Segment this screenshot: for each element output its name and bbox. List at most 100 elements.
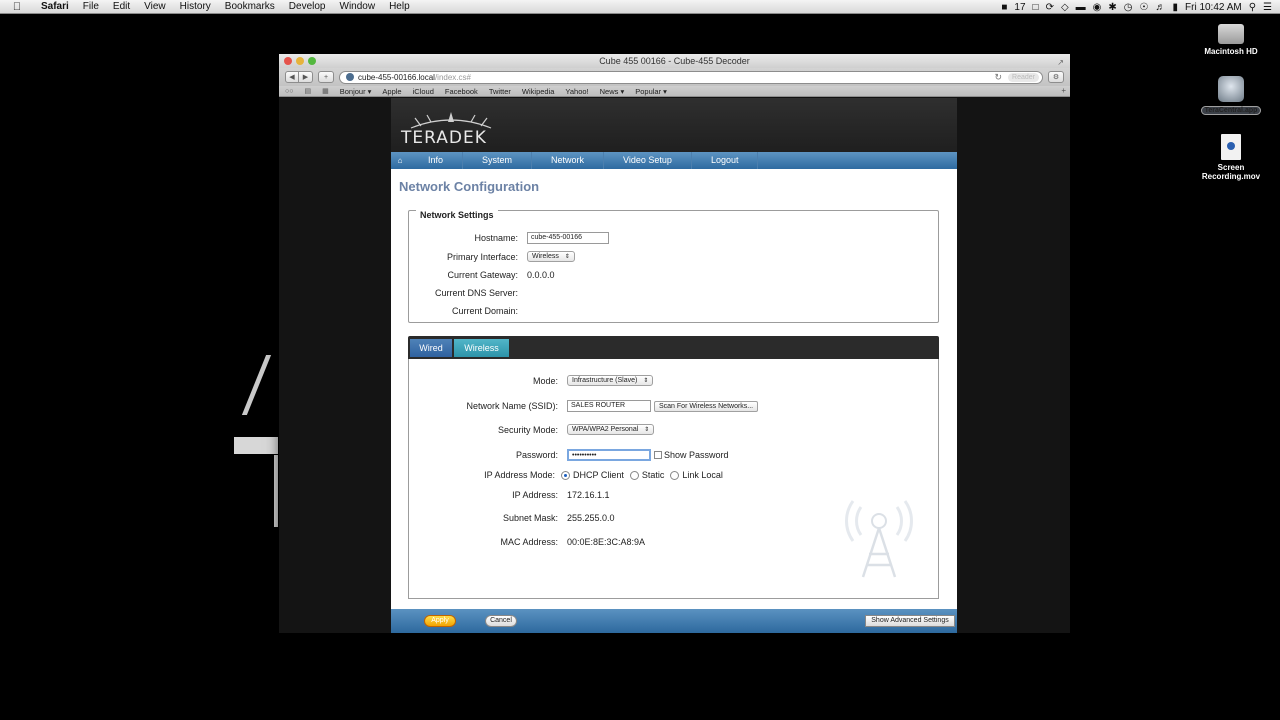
bookmark-popular[interactable]: Popular ▾ — [635, 87, 667, 96]
web-page: ? TERADEK ⌂ Info System Network Video Se… — [279, 98, 1070, 633]
nav-info[interactable]: Info — [409, 152, 464, 169]
home-icon[interactable]: ⌂ — [391, 156, 409, 165]
bookmark-news[interactable]: News ▾ — [600, 87, 625, 96]
mode-select[interactable]: Infrastructure (Slave) ⇕ — [567, 375, 654, 386]
dns-row: Current DNS Server: — [391, 288, 518, 298]
bluetooth-icon[interactable]: ✱ — [1108, 2, 1116, 13]
menu-bookmarks[interactable]: Bookmarks — [218, 1, 282, 12]
menu-help[interactable]: Help — [382, 1, 417, 12]
bookmark-twitter[interactable]: Twitter — [489, 87, 511, 96]
menu-clock[interactable]: Fri 10:42 AM — [1185, 2, 1242, 13]
calendar-badge[interactable]: 17 — [1014, 2, 1025, 13]
window-titlebar[interactable]: Cube 455 00166 - Cube-455 Decoder ↗ — [279, 54, 1070, 68]
domain-row: Current Domain: — [391, 306, 518, 316]
hostname-input[interactable]: cube-455-00166 — [527, 232, 609, 244]
desktop-icon-label: Macintosh HD — [1204, 47, 1258, 56]
volume-icon[interactable]: ♬ — [1155, 2, 1165, 13]
tab-wired[interactable]: Wired — [410, 339, 452, 357]
security-label: Security Mode: — [497, 424, 558, 435]
time-machine-icon[interactable]: ◷ — [1124, 2, 1133, 13]
fullscreen-icon[interactable]: ↗ — [1057, 56, 1064, 70]
dhcp-radio[interactable] — [561, 470, 570, 480]
ip-address-row: IP Address: 172.16.1.1 — [391, 490, 609, 500]
desktop-icon-label: Recording.mov — [1201, 172, 1261, 181]
main-nav: ⌂ Info System Network Video Setup Logout — [391, 152, 957, 169]
minimize-window-button[interactable] — [296, 57, 304, 65]
url-host: cube-455-00166.local — [358, 72, 435, 82]
bookmark-apple[interactable]: Apple — [382, 87, 401, 96]
link-local-radio[interactable] — [670, 470, 680, 480]
menu-history[interactable]: History — [173, 1, 218, 12]
movie-file-icon — [1221, 134, 1241, 160]
menu-edit[interactable]: Edit — [106, 1, 137, 12]
password-label: Password: — [515, 450, 558, 460]
show-password-checkbox[interactable] — [654, 451, 662, 459]
menu-develop[interactable]: Develop — [282, 1, 333, 12]
menu-safari[interactable]: Safari — [34, 1, 76, 12]
settings-gear-icon[interactable]: ⚙ — [1048, 71, 1064, 83]
show-password-label: Show Password — [664, 450, 729, 460]
select-arrows-icon: ⇕ — [644, 427, 650, 433]
nav-network[interactable]: Network — [532, 152, 605, 169]
menu-view[interactable]: View — [137, 1, 173, 12]
primary-interface-select[interactable]: Wireless ⇕ — [527, 251, 575, 262]
show-advanced-settings-button[interactable]: Show Advanced Settings — [865, 615, 955, 627]
sync-icon[interactable]: ⟳ — [1046, 2, 1054, 13]
desktop-icon-macintosh-hd[interactable]: Macintosh HD — [1186, 20, 1276, 56]
back-button[interactable]: ◀ — [285, 71, 299, 83]
bookmark-icloud[interactable]: iCloud — [413, 87, 434, 96]
cancel-button[interactable]: Cancel — [485, 615, 517, 627]
battery-icon[interactable]: ▮ — [1172, 2, 1178, 13]
network-settings-legend: Network Settings — [416, 210, 498, 220]
dropbox-icon[interactable]: ◇ — [1061, 2, 1069, 13]
close-window-button[interactable] — [284, 57, 292, 65]
ip-mode-label: IP Address Mode: — [484, 470, 555, 480]
display-icon[interactable]: ▬ — [1076, 2, 1086, 13]
scan-networks-button[interactable]: Scan For Wireless Networks... — [654, 400, 759, 412]
reload-icon[interactable]: ↻ — [994, 72, 1002, 83]
password-input[interactable]: •••••••••• — [567, 449, 651, 461]
wifi-icon[interactable]: ☉ — [1140, 2, 1149, 13]
nav-system[interactable]: System — [463, 152, 533, 169]
nav-logout[interactable]: Logout — [692, 152, 759, 169]
bookmark-bonjour[interactable]: Bonjour ▾ — [340, 87, 372, 96]
bookmarks-book-icon[interactable]: ▤ — [304, 87, 311, 95]
forward-button[interactable]: ▶ — [299, 71, 313, 83]
select-arrows-icon: ⇕ — [564, 254, 570, 260]
bookmark-wikipedia[interactable]: Wikipedia — [522, 87, 555, 96]
bookmarks-bar: ○○ ▤ ▦ Bonjour ▾ Apple iCloud Facebook T… — [279, 86, 1070, 97]
document-icon[interactable]: □ — [1033, 2, 1039, 13]
adobe-icon[interactable]: ■ — [1001, 2, 1007, 13]
new-tab-plus-icon[interactable]: + — [1061, 86, 1066, 95]
primary-interface-value: Wireless — [532, 253, 559, 260]
background-graphic — [234, 437, 278, 454]
reader-button[interactable]: Reader — [1008, 72, 1039, 82]
page-title: Network Configuration — [399, 179, 540, 194]
menu-file[interactable]: File — [76, 1, 106, 12]
window-title: Cube 455 00166 - Cube-455 Decoder — [599, 56, 750, 66]
security-select[interactable]: WPA/WPA2 Personal ⇕ — [567, 424, 655, 435]
bookmark-yahoo[interactable]: Yahoo! — [565, 87, 588, 96]
subnet-label: Subnet Mask: — [502, 513, 558, 523]
menu-window[interactable]: Window — [333, 1, 383, 12]
zoom-window-button[interactable] — [308, 57, 316, 65]
static-radio[interactable] — [629, 470, 639, 480]
record-icon[interactable]: ◉ — [1093, 2, 1102, 13]
add-bookmark-button[interactable]: + — [318, 71, 334, 83]
top-sites-icon[interactable]: ▦ — [322, 87, 329, 95]
tab-wireless[interactable]: Wireless — [454, 339, 509, 357]
safari-window: Cube 455 00166 - Cube-455 Decoder ↗ ◀ ▶ … — [279, 54, 1070, 633]
reading-list-icon[interactable]: ○○ — [285, 88, 293, 95]
notification-center-icon[interactable]: ☰ — [1263, 2, 1272, 13]
desktop-icon-screen-recording[interactable]: Screen Recording.mov — [1186, 134, 1276, 181]
spotlight-icon[interactable]: ⚲ — [1249, 2, 1256, 13]
desktop-screen:  Safari File Edit View History Bookmark… — [0, 0, 1280, 720]
desktop-icon-teracentral[interactable]: TeraCentral.app — [1186, 76, 1276, 115]
bookmark-facebook[interactable]: Facebook — [445, 87, 478, 96]
address-bar[interactable]: cube-455-00166.local/index.cs# ↻ Reader — [339, 70, 1043, 84]
apple-menu-icon[interactable]:  — [0, 1, 34, 13]
nav-video-setup[interactable]: Video Setup — [604, 152, 692, 169]
ssid-input[interactable]: SALES ROUTER — [567, 400, 651, 412]
apply-button[interactable]: Apply — [424, 615, 456, 627]
mode-label: Mode: — [532, 375, 558, 386]
